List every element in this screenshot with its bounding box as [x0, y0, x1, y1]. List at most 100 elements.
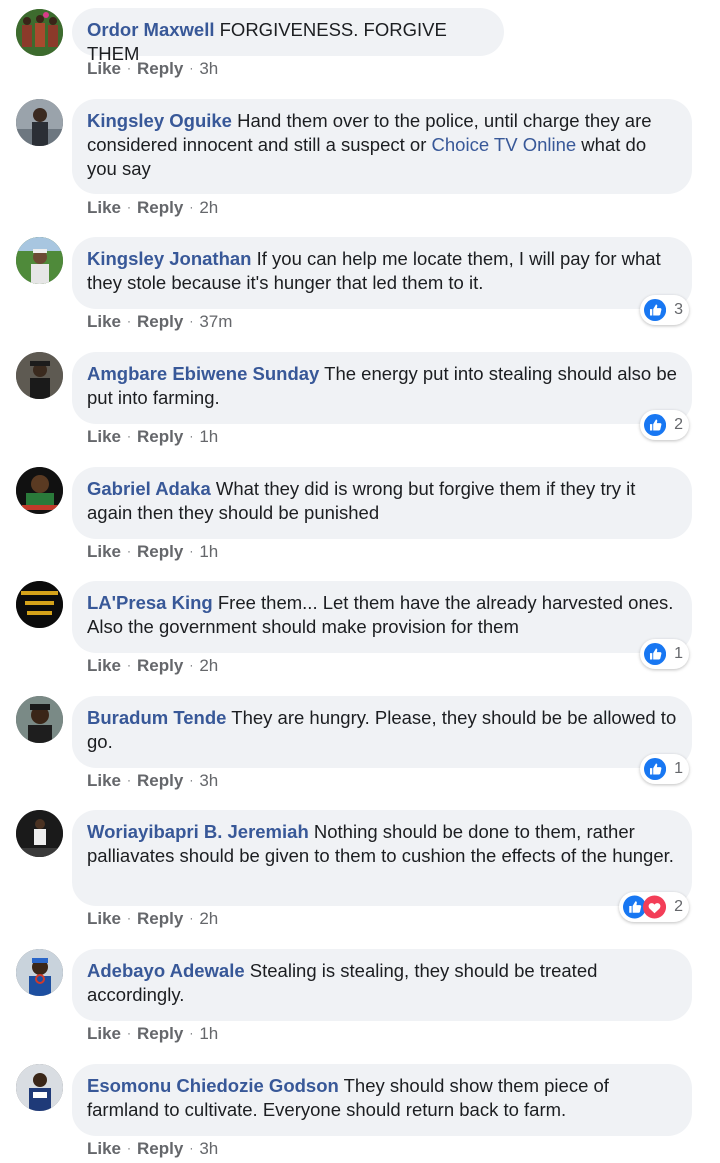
- reply-button[interactable]: Reply: [137, 909, 183, 928]
- comment-time[interactable]: 2h: [199, 909, 218, 928]
- avatar[interactable]: [16, 696, 63, 743]
- like-button[interactable]: Like: [87, 656, 121, 675]
- separator: ·: [189, 658, 194, 672]
- reply-button[interactable]: Reply: [137, 542, 183, 561]
- reply-button[interactable]: Reply: [137, 656, 183, 675]
- comment-time[interactable]: 3h: [199, 59, 218, 78]
- separator: ·: [189, 1026, 194, 1040]
- avatar-image: [16, 1064, 63, 1111]
- comment-time[interactable]: 2h: [199, 656, 218, 675]
- reply-button[interactable]: Reply: [137, 1139, 183, 1158]
- comment-author[interactable]: Amgbare Ebiwene Sunday: [87, 363, 319, 384]
- reply-button[interactable]: Reply: [137, 59, 183, 78]
- separator: ·: [189, 773, 194, 787]
- like-button[interactable]: Like: [87, 312, 121, 331]
- separator: ·: [189, 1141, 194, 1155]
- love-icon: [643, 895, 667, 919]
- comment-time[interactable]: 3h: [199, 771, 218, 790]
- comment-time[interactable]: 3h: [199, 1139, 218, 1158]
- reaction-summary[interactable]: 1: [640, 754, 689, 784]
- comment-bubble: Woriayibapri B. Jeremiah Nothing should …: [72, 810, 692, 906]
- comment-actions: Like · Reply · 3h: [87, 770, 218, 792]
- like-button[interactable]: Like: [87, 59, 121, 78]
- separator: ·: [189, 544, 194, 558]
- comment-author[interactable]: Adebayo Adewale: [87, 960, 245, 981]
- avatar-image: [16, 99, 63, 146]
- separator: ·: [127, 773, 132, 787]
- separator: ·: [127, 61, 132, 75]
- like-button[interactable]: Like: [87, 1139, 121, 1158]
- separator: ·: [189, 200, 194, 214]
- comment-author[interactable]: Buradum Tende: [87, 707, 226, 728]
- reply-button[interactable]: Reply: [137, 427, 183, 446]
- comment-time[interactable]: 37m: [199, 312, 232, 331]
- comment-time[interactable]: 2h: [199, 198, 218, 217]
- avatar[interactable]: [16, 949, 63, 996]
- reply-button[interactable]: Reply: [137, 771, 183, 790]
- avatar-image: [16, 237, 63, 284]
- comment-time[interactable]: 1h: [199, 1024, 218, 1043]
- comment-bubble: Buradum Tende They are hungry. Please, t…: [72, 696, 692, 768]
- reaction-summary[interactable]: 1: [640, 639, 689, 669]
- comment-bubble: Kingsley Oguike Hand them over to the po…: [72, 99, 692, 194]
- like-button[interactable]: Like: [87, 771, 121, 790]
- reply-button[interactable]: Reply: [137, 198, 183, 217]
- avatar-image: [16, 949, 63, 996]
- separator: ·: [127, 544, 132, 558]
- mention-link[interactable]: Choice TV Online: [432, 134, 577, 155]
- avatar[interactable]: [16, 810, 63, 857]
- reaction-summary[interactable]: 3: [640, 295, 689, 325]
- like-button[interactable]: Like: [87, 427, 121, 446]
- separator: ·: [127, 911, 132, 925]
- avatar[interactable]: [16, 581, 63, 628]
- reaction-summary[interactable]: 2: [640, 410, 689, 440]
- comment-actions: Like · Reply · 2h: [87, 655, 218, 677]
- separator: ·: [127, 314, 132, 328]
- avatar-image: [16, 467, 63, 514]
- separator: ·: [127, 1026, 132, 1040]
- like-icon: [644, 298, 667, 322]
- separator: ·: [189, 911, 194, 925]
- avatar-image: [16, 810, 63, 857]
- separator: ·: [127, 658, 132, 672]
- comment-actions: Like · Reply · 3h: [87, 58, 218, 80]
- avatar[interactable]: [16, 237, 63, 284]
- separator: ·: [127, 429, 132, 443]
- comment-author[interactable]: LA'Presa King: [87, 592, 213, 613]
- comment-actions: Like · Reply · 1h: [87, 1023, 218, 1045]
- reaction-count: 2: [674, 898, 683, 915]
- comment-author[interactable]: Gabriel Adaka: [87, 478, 211, 499]
- comment-time[interactable]: 1h: [199, 542, 218, 561]
- like-button[interactable]: Like: [87, 909, 121, 928]
- avatar[interactable]: [16, 467, 63, 514]
- like-icon: [644, 642, 667, 666]
- reaction-count: 1: [674, 760, 683, 777]
- comment-author[interactable]: Kingsley Jonathan: [87, 248, 251, 269]
- comment-author[interactable]: Ordor Maxwell: [87, 19, 214, 40]
- reply-button[interactable]: Reply: [137, 312, 183, 331]
- comment-bubble: Esomonu Chiedozie Godson They should sho…: [72, 1064, 692, 1136]
- comment-author[interactable]: Woriayibapri B. Jeremiah: [87, 821, 309, 842]
- avatar[interactable]: [16, 99, 63, 146]
- like-button[interactable]: Like: [87, 542, 121, 561]
- avatar-image: [16, 581, 63, 628]
- comment-time[interactable]: 1h: [199, 427, 218, 446]
- avatar[interactable]: [16, 352, 63, 399]
- comment-author[interactable]: Kingsley Oguike: [87, 110, 232, 131]
- comment-bubble: Ordor Maxwell FORGIVENESS. FORGIVE THEM: [72, 8, 504, 64]
- reply-button[interactable]: Reply: [137, 1024, 183, 1043]
- avatar-image: [16, 352, 63, 399]
- reaction-count: 3: [674, 301, 683, 318]
- comment-actions: Like · Reply · 1h: [87, 426, 218, 448]
- avatar-image: [16, 696, 63, 743]
- like-button[interactable]: Like: [87, 1024, 121, 1043]
- comment-bubble: Kingsley Jonathan If you can help me loc…: [72, 237, 692, 309]
- comment-actions: Like · Reply · 37m: [87, 311, 232, 333]
- like-button[interactable]: Like: [87, 198, 121, 217]
- comment-actions: Like · Reply · 1h: [87, 541, 218, 563]
- avatar[interactable]: [16, 1064, 63, 1111]
- comment-author[interactable]: Esomonu Chiedozie Godson: [87, 1075, 339, 1096]
- comment-bubble: Amgbare Ebiwene Sunday The energy put in…: [72, 352, 692, 424]
- avatar[interactable]: [16, 9, 63, 56]
- reaction-summary[interactable]: 2: [619, 892, 689, 922]
